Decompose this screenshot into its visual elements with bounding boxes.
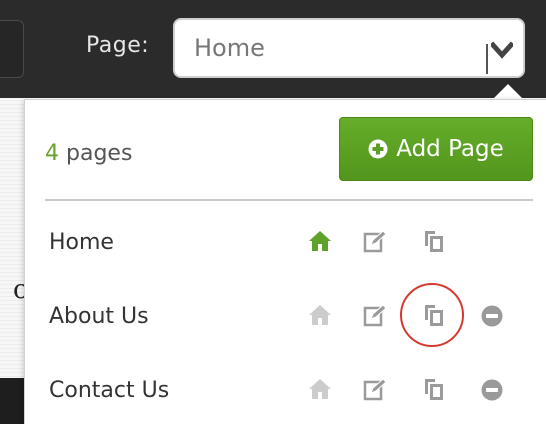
page-label: Page: (86, 33, 150, 58)
home-icon[interactable] (308, 377, 332, 401)
page-name[interactable]: About Us (49, 304, 149, 329)
edit-icon[interactable] (363, 229, 387, 253)
home-icon[interactable] (308, 229, 332, 253)
background-page-strip: c (0, 98, 28, 424)
pages-dropdown: 4 pages Add Page Home About Us Contact U… (24, 99, 546, 424)
add-page-button[interactable]: Add Page (339, 117, 533, 181)
page-count-suffix: pages (59, 141, 133, 166)
edit-icon[interactable] (363, 377, 387, 401)
home-icon[interactable] (308, 303, 332, 327)
page-row[interactable]: Contact Us (25, 361, 545, 421)
page-count-number: 4 (45, 141, 59, 166)
minus-circle-icon[interactable] (481, 305, 503, 327)
edit-icon[interactable] (363, 303, 387, 327)
page-row[interactable]: Home (25, 213, 545, 273)
highlight-circle (400, 283, 464, 347)
page-row[interactable]: About Us (25, 283, 545, 347)
page-count: 4 pages (45, 141, 132, 166)
text-cursor (486, 44, 488, 74)
divider (45, 199, 533, 201)
copy-icon[interactable] (421, 377, 445, 401)
page-select[interactable]: Home (173, 18, 525, 78)
page-name[interactable]: Home (49, 230, 114, 255)
page-select-value: Home (194, 34, 265, 62)
copy-icon[interactable] (421, 229, 445, 253)
page-name[interactable]: Contact Us (49, 378, 169, 403)
background-dark-block (0, 378, 24, 424)
dropdown-caret (492, 84, 524, 100)
top-toolbar: Page: Home (0, 0, 546, 98)
minus-circle-icon[interactable] (481, 379, 503, 401)
toolbar-left-tab[interactable] (0, 20, 24, 78)
add-page-label: Add Page (396, 136, 504, 162)
chevron-down-icon[interactable] (491, 40, 513, 62)
plus-circle-icon (368, 139, 388, 159)
page-manager-screen: Page: Home c 4 pages Add Page Home About… (0, 0, 546, 424)
